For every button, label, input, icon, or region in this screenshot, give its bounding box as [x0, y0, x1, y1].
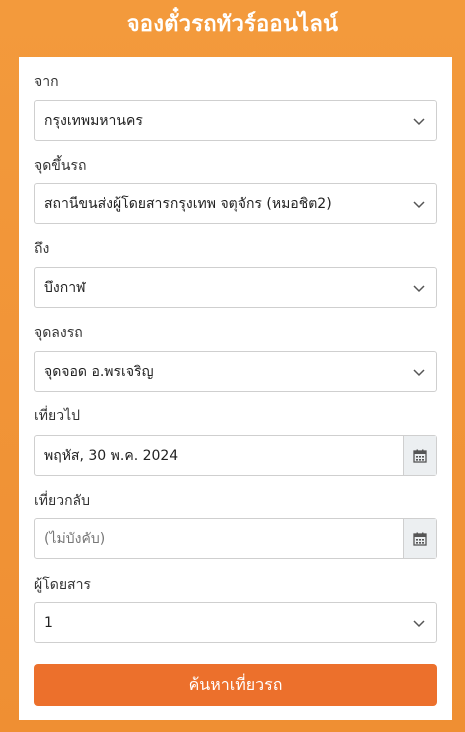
- chevron-down-icon: [413, 620, 425, 628]
- page-title: จองตั๋วรถทัวร์ออนไลน์: [126, 11, 339, 37]
- passengers-select[interactable]: 1: [34, 602, 437, 643]
- calendar-icon: [413, 449, 427, 463]
- to-select[interactable]: บึงกาฬ: [34, 267, 437, 308]
- return-calendar-button[interactable]: [403, 519, 436, 558]
- depart-label: เที่ยวไป: [34, 408, 81, 424]
- booking-form: จาก กรุงเทพมหานคร จุดขึ้นรถ สถานีขนส่งผู…: [19, 57, 452, 720]
- dropoff-value: จุดจอด อ.พรเจริญ: [44, 363, 154, 380]
- dropoff-label: จุดลงรถ: [34, 325, 83, 341]
- depart-date-value: พฤหัส, 30 พ.ค. 2024: [44, 447, 179, 464]
- to-value: บึงกาฬ: [44, 279, 86, 296]
- chevron-down-icon: [413, 118, 425, 126]
- return-date-field[interactable]: (ไม่บังคับ): [34, 518, 437, 559]
- search-trips-button[interactable]: ค้นหาเที่ยวรถ: [34, 664, 437, 706]
- passengers-label: ผู้โดยสาร: [34, 577, 91, 593]
- to-label: ถึง: [34, 241, 50, 257]
- chevron-down-icon: [413, 201, 425, 209]
- chevron-down-icon: [413, 285, 425, 293]
- passengers-value: 1: [44, 614, 53, 631]
- pickup-label: จุดขึ้นรถ: [34, 158, 87, 174]
- return-label: เที่ยวกลับ: [34, 493, 91, 509]
- from-value: กรุงเทพมหานคร: [44, 112, 143, 129]
- calendar-icon: [413, 532, 427, 546]
- dropoff-select[interactable]: จุดจอด อ.พรเจริญ: [34, 351, 437, 392]
- pickup-select[interactable]: สถานีขนส่งผู้โดยสารกรุงเทพ จตุจักร (หมอช…: [34, 183, 437, 224]
- page-header: จองตั๋วรถทัวร์ออนไลน์: [0, 0, 465, 46]
- search-trips-label: ค้นหาเที่ยวรถ: [188, 674, 283, 694]
- chevron-down-icon: [413, 369, 425, 377]
- pickup-value: สถานีขนส่งผู้โดยสารกรุงเทพ จตุจักร (หมอช…: [44, 195, 332, 212]
- depart-calendar-button[interactable]: [403, 436, 436, 475]
- from-select[interactable]: กรุงเทพมหานคร: [34, 100, 437, 141]
- depart-date-field[interactable]: พฤหัส, 30 พ.ค. 2024: [34, 435, 437, 476]
- return-date-placeholder: (ไม่บังคับ): [44, 530, 106, 547]
- from-label: จาก: [34, 74, 59, 90]
